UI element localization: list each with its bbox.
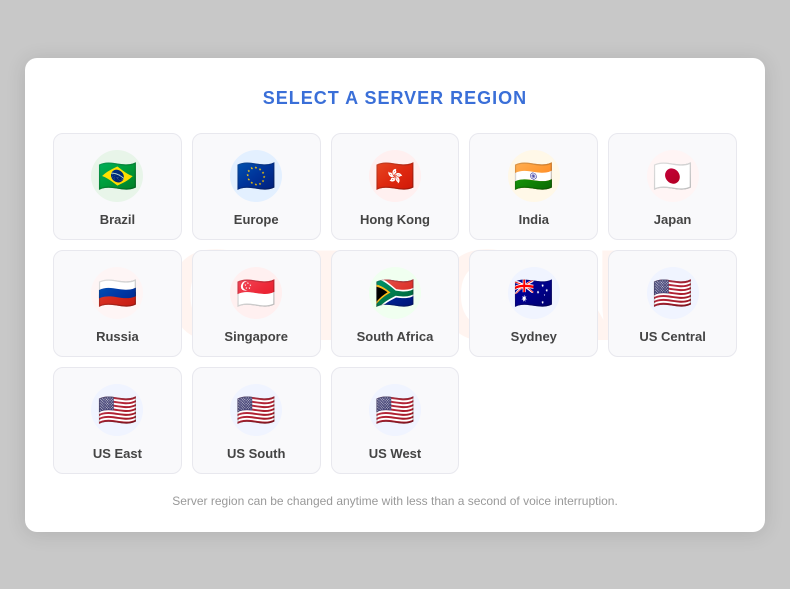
region-label-india: India: [519, 212, 549, 227]
region-grid-row3: 🇺🇸 US East 🇺🇸 US South 🇺🇸 US West: [53, 367, 737, 474]
region-card-russia[interactable]: 🇷🇺 Russia: [53, 250, 182, 357]
page-title: SELECT A SERVER REGION: [53, 88, 737, 109]
flag-south-africa: 🇿🇦: [369, 267, 421, 319]
region-label-south-africa: South Africa: [357, 329, 434, 344]
region-label-us-south: US South: [227, 446, 286, 461]
flag-us-central: 🇺🇸: [647, 267, 699, 319]
region-label-singapore: Singapore: [224, 329, 288, 344]
region-card-us-south[interactable]: 🇺🇸 US South: [192, 367, 321, 474]
flag-us-south: 🇺🇸: [230, 384, 282, 436]
region-card-europe[interactable]: 🇪🇺 Europe: [192, 133, 321, 240]
flag-europe: 🇪🇺: [230, 150, 282, 202]
region-grid-row1: 🇧🇷 Brazil 🇪🇺 Europe 🇭🇰 Hong Kong 🇮🇳 India 🇯🇵 Japa…: [53, 133, 737, 240]
flag-japan: 🇯🇵: [647, 150, 699, 202]
region-label-sydney: Sydney: [511, 329, 557, 344]
flag-india: 🇮🇳: [508, 150, 560, 202]
region-label-brazil: Brazil: [100, 212, 135, 227]
region-label-europe: Europe: [234, 212, 279, 227]
flag-russia: 🇷🇺: [91, 267, 143, 319]
region-card-sydney[interactable]: 🇦🇺 Sydney: [469, 250, 598, 357]
flag-brazil: 🇧🇷: [91, 150, 143, 202]
region-card-hong-kong[interactable]: 🇭🇰 Hong Kong: [331, 133, 460, 240]
region-card-brazil[interactable]: 🇧🇷 Brazil: [53, 133, 182, 240]
flag-hong-kong: 🇭🇰: [369, 150, 421, 202]
region-label-russia: Russia: [96, 329, 139, 344]
region-card-india[interactable]: 🇮🇳 India: [469, 133, 598, 240]
region-card-japan[interactable]: 🇯🇵 Japan: [608, 133, 737, 240]
region-card-singapore[interactable]: 🇸🇬 Singapore: [192, 250, 321, 357]
flag-singapore: 🇸🇬: [230, 267, 282, 319]
region-label-us-central: US Central: [639, 329, 705, 344]
region-label-us-east: US East: [93, 446, 142, 461]
region-card-south-africa[interactable]: 🇿🇦 South Africa: [331, 250, 460, 357]
flag-us-west: 🇺🇸: [369, 384, 421, 436]
region-label-us-west: US West: [369, 446, 422, 461]
flag-us-east: 🇺🇸: [91, 384, 143, 436]
region-grid-row2: 🇷🇺 Russia 🇸🇬 Singapore 🇿🇦 South Africa 🇦🇺 Sydne…: [53, 250, 737, 357]
server-region-panel: CITTON SELECT A SERVER REGION 🇧🇷Brazil🇪🇺…: [25, 58, 765, 532]
region-label-hong-kong: Hong Kong: [360, 212, 430, 227]
region-card-us-central[interactable]: 🇺🇸 US Central: [608, 250, 737, 357]
region-label-japan: Japan: [654, 212, 692, 227]
flag-sydney: 🇦🇺: [508, 267, 560, 319]
region-card-us-east[interactable]: 🇺🇸 US East: [53, 367, 182, 474]
region-card-us-west[interactable]: 🇺🇸 US West: [331, 367, 460, 474]
footer-text: Server region can be changed anytime wit…: [53, 494, 737, 508]
